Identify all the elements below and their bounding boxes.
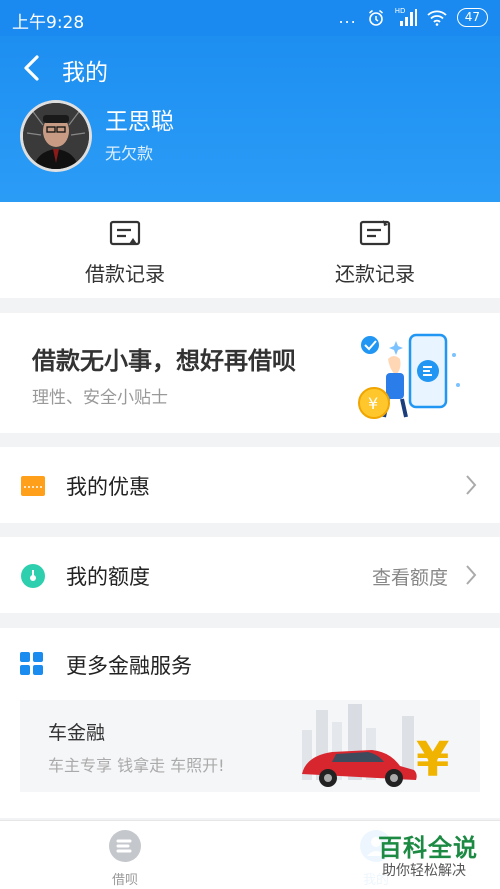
- my-coupons-label: 我的优惠: [66, 475, 150, 499]
- status-time: 上午9:28: [12, 13, 85, 33]
- quota-gauge-icon: [21, 564, 45, 588]
- repay-record-icon: [359, 220, 391, 246]
- avatar[interactable]: [20, 100, 92, 172]
- battery-indicator: 47: [456, 8, 488, 27]
- banner-title: 借款无小事，想好再借呗: [32, 347, 296, 375]
- borrow-record-label: 借款记录: [85, 262, 165, 286]
- borrow-record-button[interactable]: 借款记录: [0, 202, 250, 298]
- wifi-icon: [427, 10, 447, 26]
- view-quota-text: 查看额度: [371, 567, 448, 589]
- more-dots-icon: ...: [338, 8, 357, 27]
- my-quota-row[interactable]: 我的额度 查看额度: [0, 537, 500, 613]
- avatar-portrait: [23, 103, 89, 169]
- tab-borrow-label: 借呗: [111, 873, 138, 888]
- borrow-record-icon: [109, 220, 141, 246]
- tab-borrow[interactable]: 借呗: [85, 829, 165, 888]
- watermark-subtitle: 助你轻松解决: [382, 863, 466, 879]
- coupon-icon: [21, 476, 45, 496]
- safety-tips-banner[interactable]: 借款无小事，想好再借呗 理性、安全小贴士 ¥: [0, 313, 500, 433]
- repay-record-label: 还款记录: [335, 262, 415, 286]
- hd-label: HD: [394, 6, 406, 15]
- car-illustration: ¥: [302, 704, 449, 788]
- watermark-title: 百科全说: [378, 834, 478, 862]
- status-icons: ... HD 47: [338, 6, 488, 27]
- my-coupons-row[interactable]: 我的优惠: [0, 447, 500, 523]
- banner-subtitle: 理性、安全小贴士: [32, 388, 168, 408]
- profile-header: 上午9:28 ... HD 47 我的 王思聪 无欠款: [0, 0, 500, 202]
- svg-text:¥: ¥: [368, 394, 378, 413]
- user-name: 王思聪: [105, 109, 174, 135]
- my-quota-label: 我的额度: [66, 565, 150, 589]
- chevron-right-icon: [466, 475, 477, 495]
- status-bar: 上午9:28 ... HD 47: [0, 0, 500, 36]
- svg-text:¥: ¥: [416, 732, 449, 788]
- signal-icon: HD: [394, 6, 417, 27]
- chevron-right-icon: [466, 565, 477, 585]
- borrow-logo-icon: [109, 830, 141, 862]
- more-services-section: 更多金融服务 车金融 车主专享 钱拿走 车照开! ¥: [0, 628, 500, 818]
- alarm-icon: [368, 9, 383, 26]
- page-title: 我的: [62, 60, 108, 86]
- watermark-logo: 百科全说 助你轻松解决: [356, 826, 500, 889]
- back-arrow-icon[interactable]: [18, 52, 46, 84]
- repay-record-button[interactable]: 还款记录: [250, 202, 500, 298]
- car-finance-subtitle: 车主专享 钱拿走 车照开!: [48, 756, 225, 775]
- grid-apps-icon: [20, 652, 43, 675]
- more-services-title: 更多金融服务: [66, 654, 192, 678]
- debt-status: 无欠款: [105, 144, 154, 163]
- records-panel: 借款记录 还款记录: [0, 202, 500, 298]
- car-finance-card[interactable]: 车金融 车主专享 钱拿走 车照开! ¥: [20, 700, 480, 792]
- car-finance-title: 车金融: [48, 722, 106, 744]
- banner-illustration: ¥: [358, 333, 460, 419]
